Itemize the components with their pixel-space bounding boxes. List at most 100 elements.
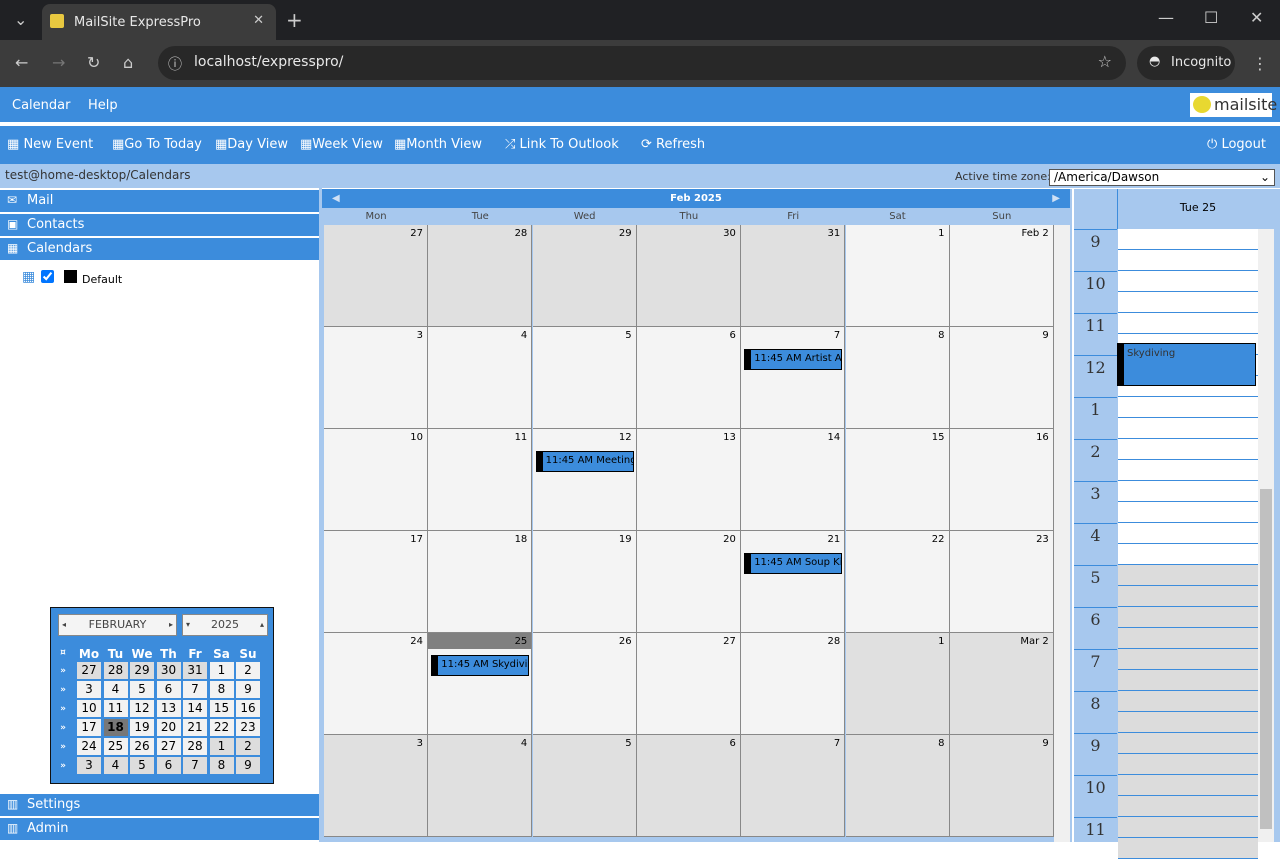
month-day-cell[interactable]: 22	[845, 531, 950, 633]
sidebar-item-admin[interactable]: ▥ Admin	[0, 818, 319, 840]
week-select-icon[interactable]: »	[54, 704, 72, 714]
mini-day[interactable]: 27	[77, 662, 101, 679]
close-tab-icon[interactable]: ✕	[253, 13, 264, 28]
time-slot[interactable]	[1118, 628, 1258, 649]
minimize-icon[interactable]: —	[1158, 8, 1174, 27]
bookmark-star-icon[interactable]: ☆	[1098, 52, 1112, 71]
month-day-cell[interactable]: Feb 2	[949, 225, 1054, 327]
time-slot[interactable]	[1118, 775, 1258, 796]
week-select-icon[interactable]: »	[54, 666, 72, 676]
mini-day[interactable]: 2	[236, 662, 260, 679]
mini-day[interactable]: 28	[103, 662, 128, 679]
week-selector-icon[interactable]: ¤	[54, 648, 72, 658]
month-day-cell[interactable]: 1	[845, 633, 950, 735]
time-slot[interactable]	[1118, 292, 1258, 313]
month-scrollbar[interactable]	[1054, 225, 1070, 842]
link-to-outlook-button[interactable]: ⤮ Link To Outlook	[505, 137, 619, 152]
mini-day[interactable]: 28	[183, 738, 207, 755]
mini-day[interactable]: 3	[77, 757, 101, 774]
mini-day[interactable]: 23	[236, 719, 260, 736]
next-month-arrow-icon[interactable]: ▶	[1052, 189, 1060, 208]
mini-day[interactable]: 4	[103, 681, 128, 698]
go-to-today-button[interactable]: ▦Go To Today	[112, 137, 202, 152]
month-day-cell[interactable]: 7 11:45 AM Artist Alle	[741, 327, 846, 429]
mini-day[interactable]: 15	[209, 700, 234, 717]
month-day-cell[interactable]: 4	[428, 735, 533, 837]
sidebar-item-mail[interactable]: ✉ Mail	[0, 190, 319, 212]
week-select-icon[interactable]: »	[54, 742, 72, 752]
sidebar-item-calendars[interactable]: ▦ Calendars	[0, 238, 319, 260]
month-event[interactable]: 11:45 AM Soup Kitc	[744, 553, 843, 574]
time-slot[interactable]	[1118, 796, 1258, 817]
day-scrollbar[interactable]	[1258, 229, 1274, 842]
time-slot[interactable]	[1118, 586, 1258, 607]
mini-day[interactable]: 26	[130, 738, 154, 755]
month-day-cell[interactable]: 29	[532, 225, 637, 327]
month-day-cell[interactable]: 30	[636, 225, 741, 327]
month-day-cell[interactable]: 28	[428, 225, 533, 327]
mini-day[interactable]: 21	[183, 719, 207, 736]
mini-day[interactable]: 7	[183, 757, 207, 774]
month-day-cell[interactable]: 19	[532, 531, 637, 633]
month-view-button[interactable]: ▦Month View	[394, 137, 482, 152]
day-event[interactable]: Skydiving	[1117, 343, 1256, 386]
time-slot[interactable]	[1118, 460, 1258, 481]
time-slot[interactable]	[1118, 565, 1258, 586]
year-select[interactable]: ▾ 2025 ▴	[182, 614, 268, 636]
month-day-cell[interactable]: 28	[741, 633, 846, 735]
month-day-cell[interactable]: 15	[845, 429, 950, 531]
reload-icon[interactable]: ↻	[87, 53, 100, 72]
time-slot[interactable]	[1118, 649, 1258, 670]
month-event[interactable]: 11:45 AM Artist Alle	[744, 349, 843, 370]
mini-day[interactable]: 2	[236, 738, 260, 755]
time-slot[interactable]	[1118, 502, 1258, 523]
month-day-cell[interactable]: 4	[428, 327, 533, 429]
mini-day[interactable]: 18	[103, 719, 128, 736]
time-slot[interactable]	[1118, 838, 1258, 859]
time-slot[interactable]	[1118, 313, 1258, 334]
mini-day[interactable]: 29	[130, 662, 154, 679]
mini-day[interactable]: 9	[236, 681, 260, 698]
close-window-icon[interactable]: ✕	[1250, 8, 1263, 27]
month-day-cell[interactable]: 18	[428, 531, 533, 633]
mini-day[interactable]: 31	[183, 662, 207, 679]
week-select-icon[interactable]: »	[54, 761, 72, 771]
month-day-cell[interactable]: 7	[741, 735, 846, 837]
mini-day[interactable]: 9	[236, 757, 260, 774]
time-slot[interactable]	[1118, 754, 1258, 775]
mini-day[interactable]: 19	[130, 719, 154, 736]
year-up-icon[interactable]: ▴	[260, 615, 264, 635]
time-slot[interactable]	[1118, 607, 1258, 628]
month-day-cell[interactable]: 3	[324, 735, 428, 837]
month-day-cell[interactable]: 11	[428, 429, 533, 531]
sidebar-item-settings[interactable]: ▥ Settings	[0, 794, 319, 816]
time-slot[interactable]	[1118, 229, 1258, 250]
year-down-icon[interactable]: ▾	[186, 615, 190, 635]
site-info-icon[interactable]: ⓘ	[168, 54, 182, 74]
tab-search-icon[interactable]: ⌄	[14, 10, 27, 29]
mini-day[interactable]: 3	[77, 681, 101, 698]
mini-day[interactable]: 6	[156, 757, 181, 774]
browser-menu-icon[interactable]: ⋮	[1252, 54, 1268, 73]
mini-day[interactable]: 22	[209, 719, 234, 736]
month-day-cell[interactable]: 8	[845, 327, 950, 429]
mini-day[interactable]: 27	[156, 738, 181, 755]
month-day-cell[interactable]: 25 11:45 AM Skydiving	[428, 633, 533, 735]
logout-button[interactable]: ⏻ Logout	[1207, 137, 1266, 152]
month-day-cell[interactable]: 20	[636, 531, 741, 633]
week-view-button[interactable]: ▦Week View	[300, 137, 383, 152]
month-day-cell[interactable]: 27	[636, 633, 741, 735]
scrollbar-thumb[interactable]	[1260, 489, 1272, 829]
mini-day[interactable]: 17	[77, 719, 101, 736]
time-slot[interactable]	[1118, 712, 1258, 733]
month-day-cell[interactable]: 12 11:45 AM Meeting w	[532, 429, 637, 531]
forward-icon[interactable]: →	[52, 53, 65, 72]
time-slot[interactable]	[1118, 481, 1258, 502]
month-day-cell[interactable]: Mar 2	[949, 633, 1054, 735]
day-view-button[interactable]: ▦Day View	[215, 137, 288, 152]
month-day-cell[interactable]: 23	[949, 531, 1054, 633]
time-slot[interactable]	[1118, 523, 1258, 544]
mini-day[interactable]: 5	[130, 757, 154, 774]
time-slot[interactable]	[1118, 691, 1258, 712]
browser-tab[interactable]: MailSite ExpressPro ✕	[42, 4, 276, 40]
